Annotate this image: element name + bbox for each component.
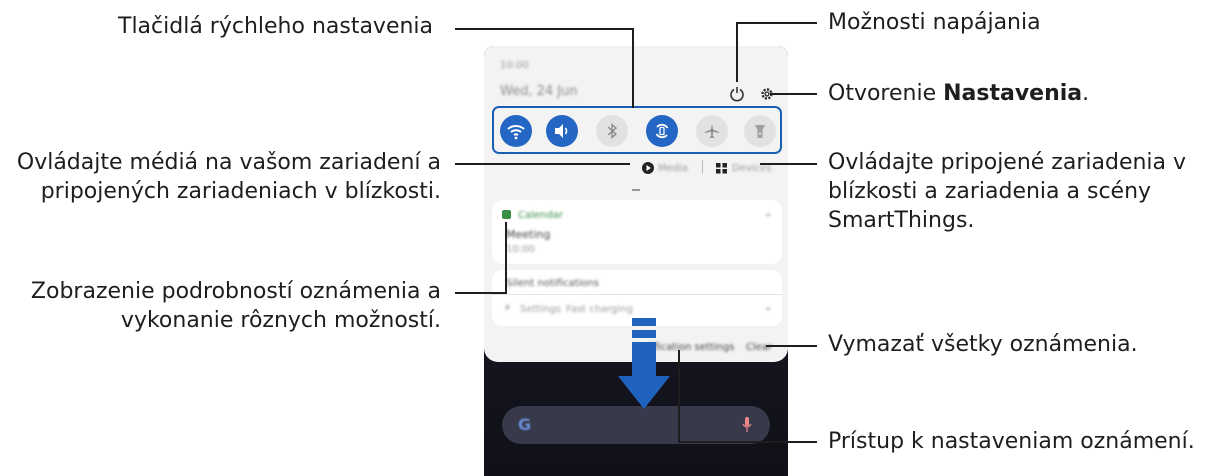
bluetooth-icon xyxy=(607,122,618,140)
divider xyxy=(492,294,782,295)
auto-rotate-icon xyxy=(655,123,669,139)
auto-rotate-button[interactable] xyxy=(646,115,678,147)
card-subtext: 10:00 xyxy=(506,244,535,255)
status-time: 10:00 xyxy=(500,60,529,71)
calendar-icon xyxy=(502,210,511,219)
chevron-down-icon[interactable]: ⌄ xyxy=(764,302,772,313)
notification-card[interactable]: Calendar Meeting 10:00 ⌄ xyxy=(492,200,782,264)
bluetooth-button[interactable] xyxy=(596,115,628,147)
callout-line xyxy=(455,292,507,294)
callout-media-line2: pripojených zariadeniach v blízkosti. xyxy=(40,179,441,204)
callout-devices-line3: SmartThings. xyxy=(828,208,975,233)
sound-button[interactable] xyxy=(546,115,578,147)
callout-line xyxy=(736,22,738,82)
swipe-down-arrow-icon xyxy=(618,318,670,409)
callout-line xyxy=(770,93,817,95)
callout-line xyxy=(455,28,634,30)
microphone-icon[interactable] xyxy=(742,417,752,433)
card-title: Meeting xyxy=(506,228,551,241)
callout-devices-line2: blízkosti a zariadenia a scény xyxy=(828,179,1152,204)
home-search-bar[interactable]: G xyxy=(502,406,770,444)
flashlight-button[interactable] xyxy=(744,115,776,147)
callout-details-line2: vykonanie rôznych možností. xyxy=(120,308,441,333)
clear-button[interactable]: Clear xyxy=(746,342,772,353)
callout-open-settings-bold: Nastavenia xyxy=(943,81,1083,106)
divider xyxy=(702,160,703,174)
sound-icon xyxy=(555,124,568,138)
callout-line xyxy=(505,222,507,294)
chevron-down-icon[interactable]: ⌄ xyxy=(764,208,772,219)
callout-open-settings-prefix: Otvorenie xyxy=(828,81,944,106)
phone-screen: 10:00 Wed, 24 Jun Media Devices Calendar… xyxy=(484,46,788,476)
panel-handle xyxy=(632,189,640,191)
wifi-icon xyxy=(507,125,525,140)
callout-line xyxy=(678,350,680,443)
callout-line xyxy=(455,163,630,165)
section-title: Silent notifications xyxy=(506,278,599,289)
callout-line xyxy=(760,163,817,165)
callout-line xyxy=(766,345,817,347)
callout-media-line1: Ovládajte médiá na vašom zariadení a xyxy=(16,150,441,175)
media-icon[interactable] xyxy=(642,162,654,174)
wifi-button[interactable] xyxy=(500,115,532,147)
card-app-name: Calendar xyxy=(518,210,563,221)
callout-line xyxy=(737,22,817,24)
callout-line xyxy=(632,28,634,108)
callout-devices: Ovládajte pripojené zariadenia v blízkos… xyxy=(828,148,1186,235)
notification-panel: 10:00 Wed, 24 Jun Media Devices Calendar… xyxy=(484,46,788,362)
flashlight-icon xyxy=(755,125,765,138)
callout-clear-all: Vymazať všetky oznámenia. xyxy=(828,332,1138,357)
bolt-icon: ⚡ xyxy=(504,303,512,314)
google-icon: G xyxy=(518,415,532,434)
silent-app-name: Settings xyxy=(520,304,562,315)
media-button-label[interactable]: Media xyxy=(658,163,688,174)
callout-devices-line1: Ovládajte pripojené zariadenia v xyxy=(828,150,1187,175)
power-icon[interactable] xyxy=(729,86,745,102)
devices-icon[interactable] xyxy=(716,163,728,174)
quick-settings-row xyxy=(492,106,782,154)
airplane-icon xyxy=(705,124,719,139)
callout-open-settings: Otvorenie Nastavenia. xyxy=(828,79,1089,108)
callout-power-options: Možnosti napájania xyxy=(828,10,1041,35)
date-label: Wed, 24 Jun xyxy=(500,84,578,99)
airplane-button[interactable] xyxy=(696,115,728,147)
callout-open-settings-suffix: . xyxy=(1082,81,1090,106)
callout-details-line1: Zobrazenie podrobností oznámenia a xyxy=(30,279,441,304)
callout-details: Zobrazenie podrobností oznámenia a vykon… xyxy=(31,277,441,335)
silent-notification-text: Fast charging xyxy=(566,304,633,315)
callout-notification-settings: Prístup k nastaveniam oznámení. xyxy=(828,429,1195,454)
callout-media: Ovládajte médiá na vašom zariadení a pri… xyxy=(17,148,441,206)
callout-line xyxy=(678,441,817,443)
callout-quick-settings: Tlačidlá rýchleho nastavenia xyxy=(118,14,434,39)
